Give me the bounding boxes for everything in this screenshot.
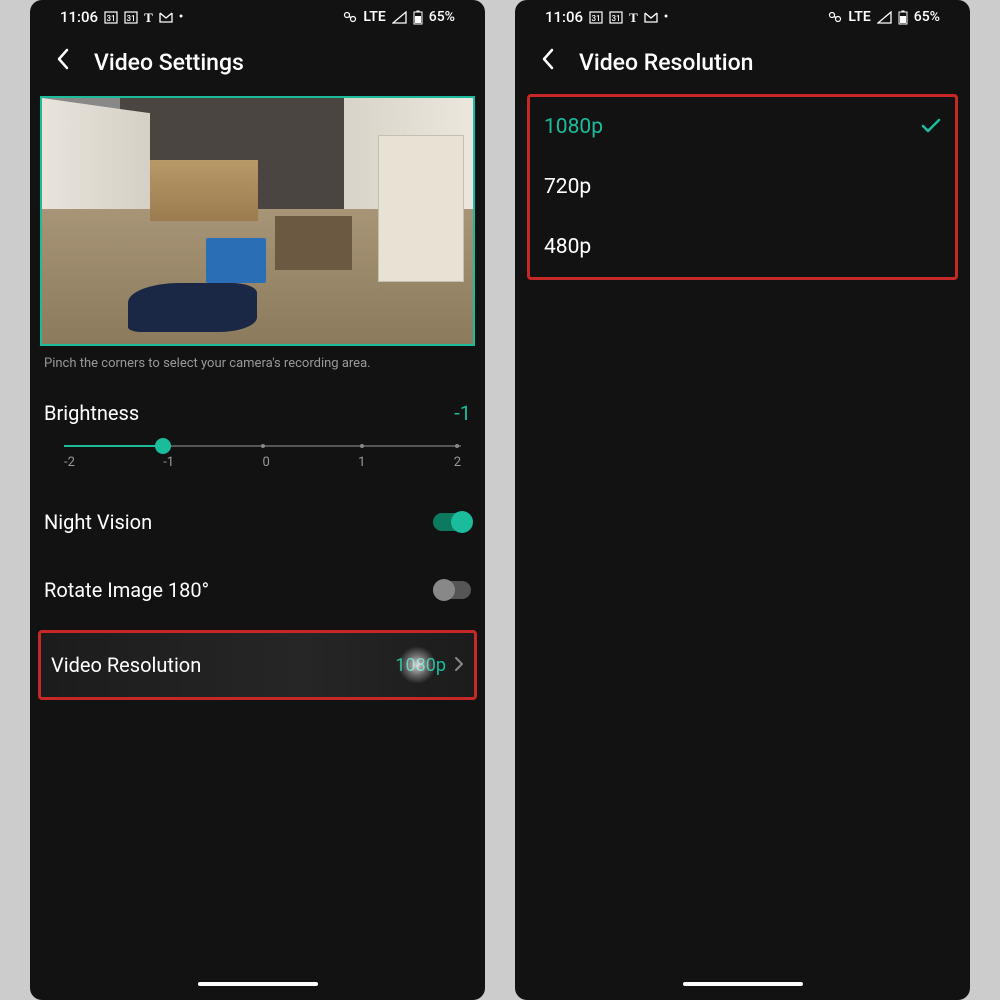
back-button[interactable] — [56, 48, 70, 76]
page-title: Video Settings — [94, 49, 244, 76]
resolution-option-label: 480p — [544, 235, 591, 259]
battery-icon — [413, 10, 423, 25]
network-label: LTE — [848, 9, 870, 25]
slider-thumb[interactable] — [155, 438, 171, 454]
resolution-options-list: 1080p 720p 480p — [527, 94, 958, 280]
resolution-option-label: 1080p — [544, 115, 603, 139]
svg-text:31: 31 — [592, 14, 601, 23]
nyt-icon: T — [144, 11, 153, 24]
gmail-icon — [159, 12, 173, 23]
night-vision-row: Night Vision — [38, 496, 477, 548]
camera-preview[interactable] — [40, 96, 475, 346]
calendar-icon-2: 31 — [124, 10, 138, 24]
video-resolution-row[interactable]: Video Resolution 1080p — [38, 630, 477, 700]
navigation-bar — [515, 972, 970, 1000]
status-time: 11:06 — [60, 8, 98, 26]
night-vision-label: Night Vision — [44, 510, 152, 534]
slider-tick-label: 2 — [454, 455, 461, 470]
resolution-option-1080p[interactable]: 1080p — [530, 97, 955, 157]
home-gesture-bar[interactable] — [198, 982, 318, 986]
video-resolution-label: Video Resolution — [51, 653, 201, 677]
resolution-option-label: 720p — [544, 175, 591, 199]
status-time: 11:06 — [545, 8, 583, 26]
status-bar: 11:06 31 31 T • LTE 65% — [515, 0, 970, 30]
network-5g-icon — [343, 10, 357, 24]
rotate-row: Rotate Image 180° — [38, 564, 477, 616]
gmail-icon — [644, 12, 658, 23]
header: Video Resolution — [515, 30, 970, 94]
slider-tick-label: -2 — [64, 455, 75, 470]
brightness-slider[interactable]: -2 -1 0 1 2 — [38, 439, 477, 476]
calendar-icon-1: 31 — [104, 10, 118, 24]
page-title: Video Resolution — [579, 49, 753, 76]
calendar-icon-1: 31 — [589, 10, 603, 24]
brightness-row: Brightness -1 — [38, 387, 477, 439]
more-notifications-icon: • — [664, 11, 669, 24]
battery-percent: 65% — [429, 9, 455, 25]
rotate-toggle[interactable] — [433, 581, 471, 599]
nyt-icon: T — [629, 11, 638, 24]
slider-tick-label: 1 — [358, 455, 365, 470]
resolution-option-480p[interactable]: 480p — [530, 217, 955, 277]
phone-video-settings: 11:06 31 31 T • LTE 65% — [30, 0, 485, 1000]
svg-text:31: 31 — [612, 14, 621, 23]
rotate-label: Rotate Image 180° — [44, 578, 209, 602]
preview-hint: Pinch the corners to select your camera'… — [38, 350, 477, 387]
home-gesture-bar[interactable] — [683, 982, 803, 986]
chevron-right-icon — [454, 653, 464, 677]
navigation-bar — [30, 972, 485, 1000]
video-resolution-value: 1080p — [395, 655, 446, 676]
back-button[interactable] — [541, 48, 555, 76]
slider-tick-label: 0 — [262, 455, 269, 470]
settings-content: Pinch the corners to select your camera'… — [30, 94, 485, 972]
battery-percent: 65% — [914, 9, 940, 25]
night-vision-toggle[interactable] — [433, 513, 471, 531]
check-icon — [921, 115, 941, 139]
resolution-option-720p[interactable]: 720p — [530, 157, 955, 217]
resolution-content: 1080p 720p 480p — [515, 94, 970, 972]
phone-video-resolution: 11:06 31 31 T • LTE 65% — [515, 0, 970, 1000]
network-5g-icon — [828, 10, 842, 24]
svg-text:31: 31 — [127, 14, 136, 23]
slider-tick-label: -1 — [163, 455, 174, 470]
brightness-value: -1 — [454, 401, 471, 425]
header: Video Settings — [30, 30, 485, 94]
signal-icon — [392, 11, 407, 24]
network-label: LTE — [363, 9, 385, 25]
svg-text:31: 31 — [107, 14, 116, 23]
brightness-label: Brightness — [44, 401, 139, 425]
more-notifications-icon: • — [179, 11, 184, 24]
signal-icon — [877, 11, 892, 24]
calendar-icon-2: 31 — [609, 10, 623, 24]
status-bar: 11:06 31 31 T • LTE 65% — [30, 0, 485, 30]
battery-icon — [898, 10, 908, 25]
